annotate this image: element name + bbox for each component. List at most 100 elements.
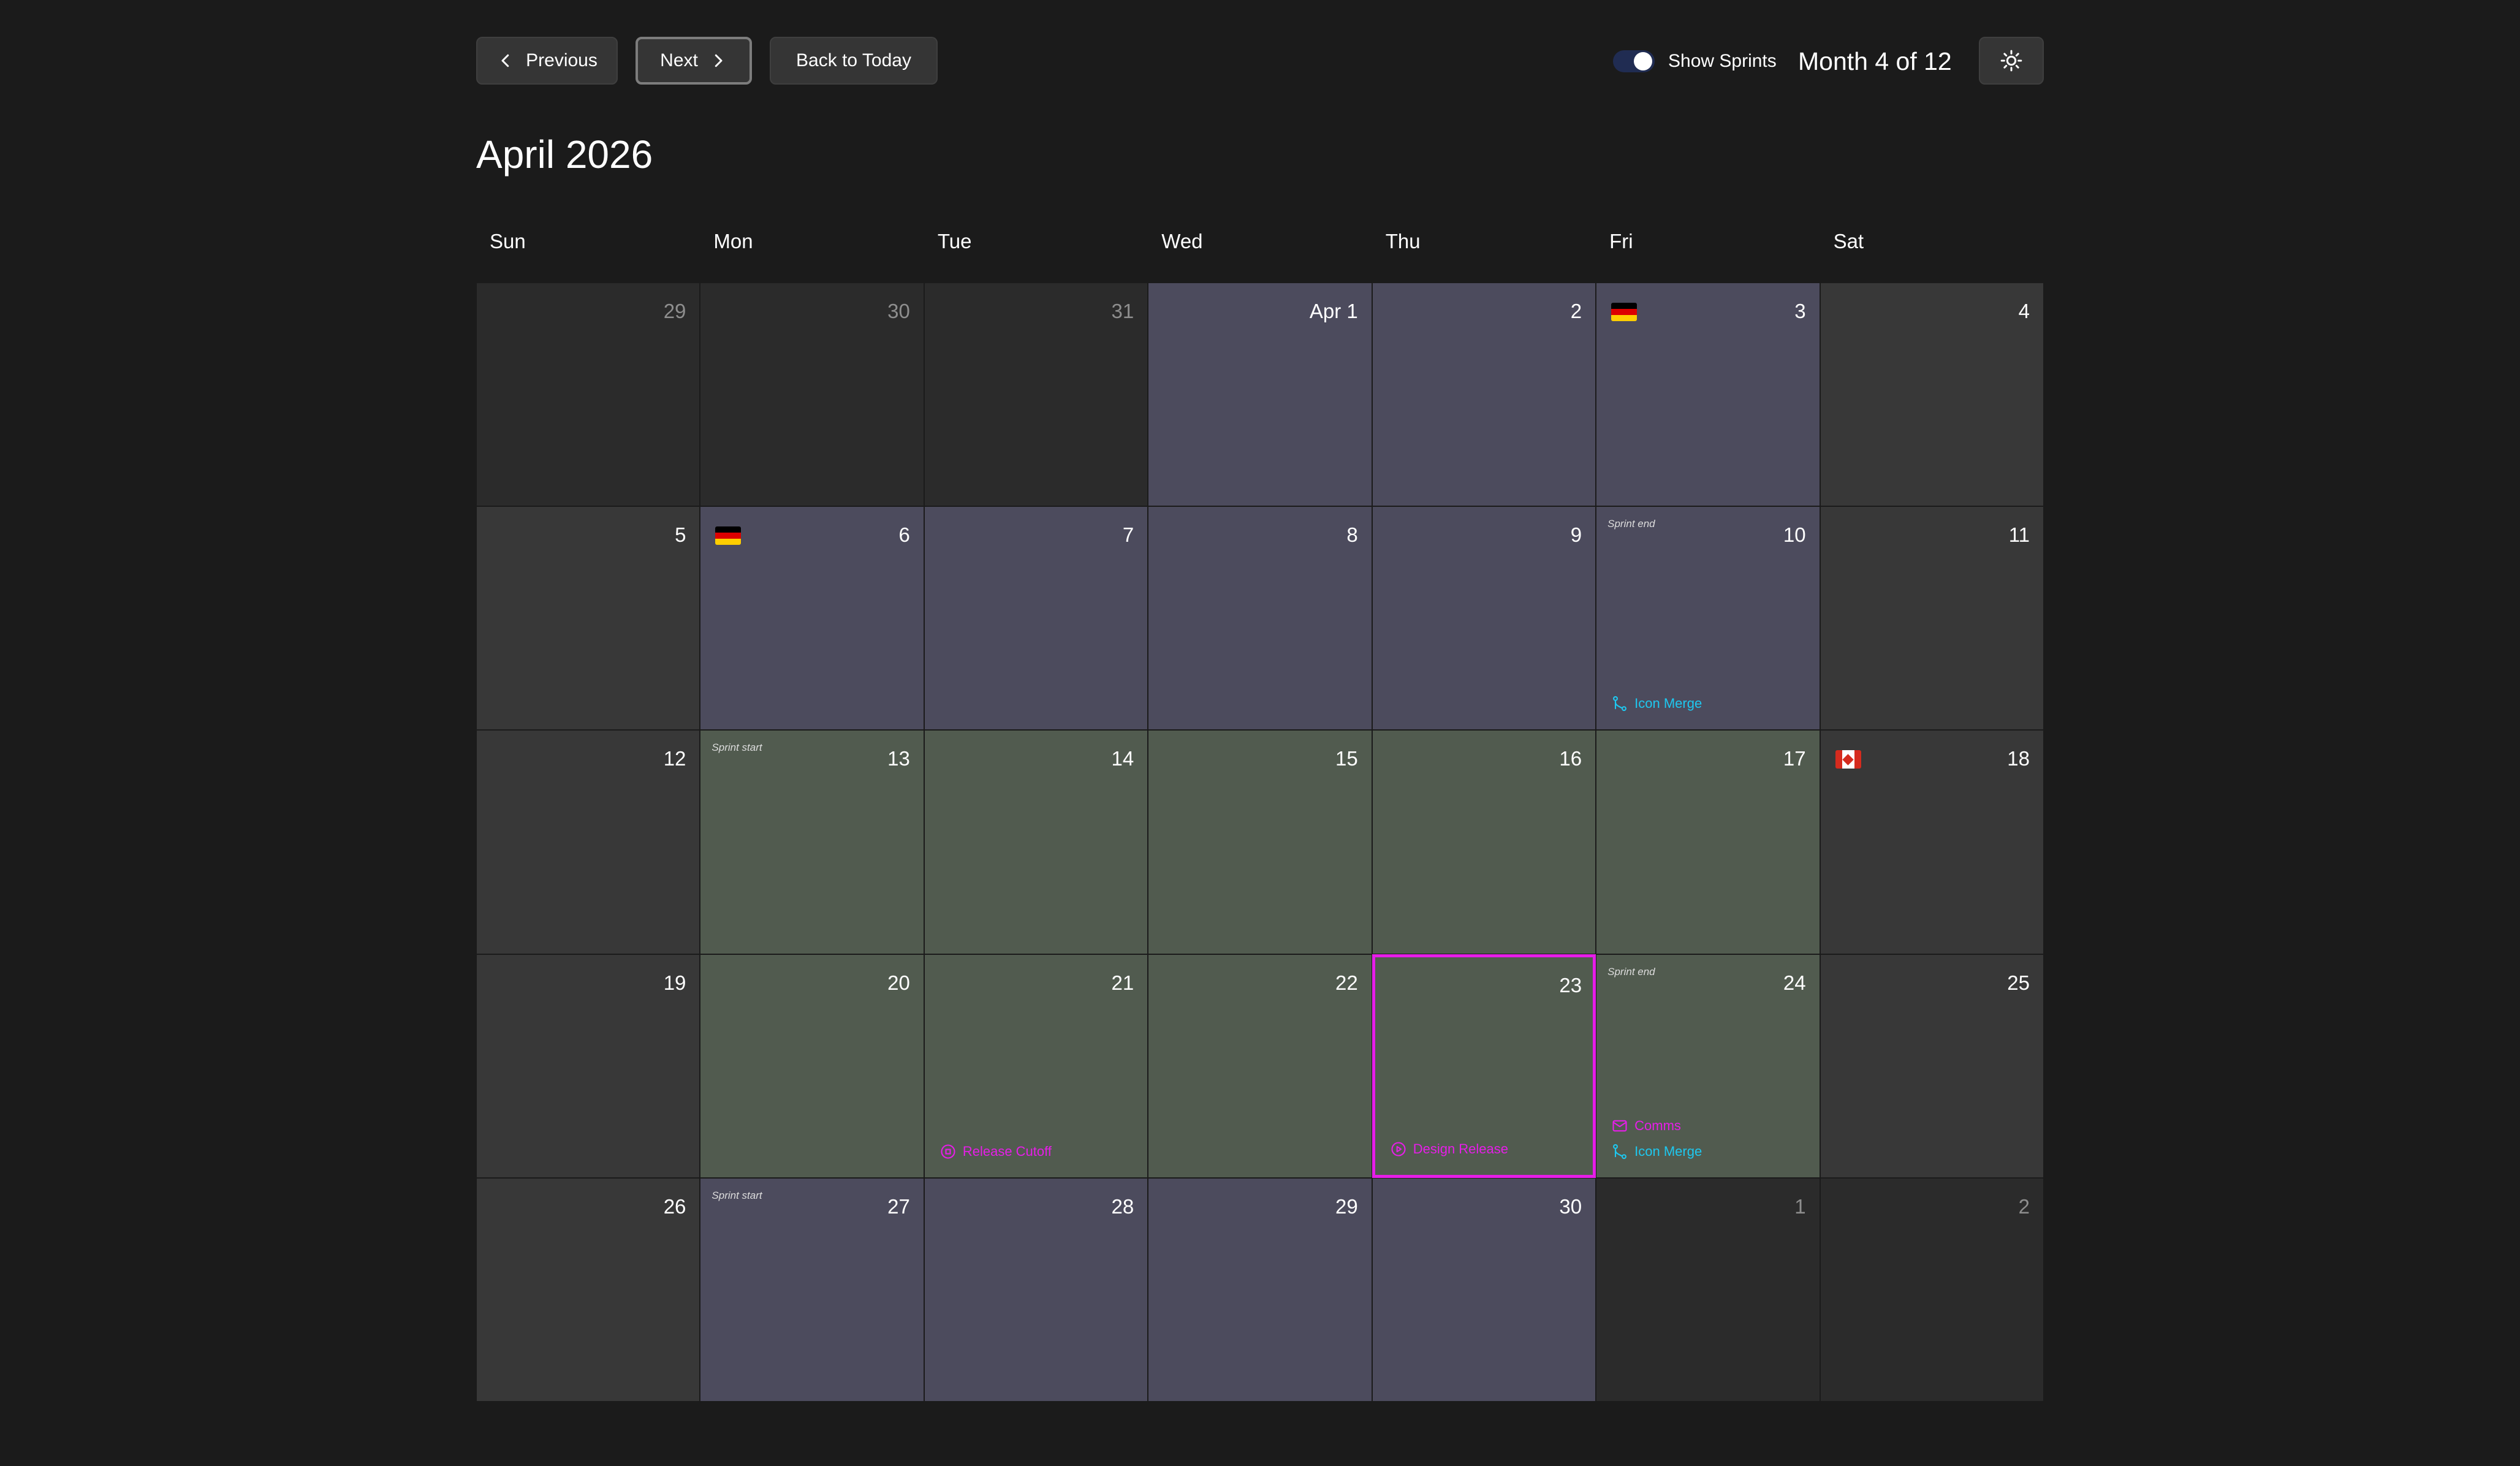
day-cell[interactable]: 11 [1820,506,2044,731]
day-number: 9 [1570,523,1582,547]
month-counter: Month 4 of 12 [1798,47,1952,75]
chevron-right-icon [715,54,723,67]
day-number: 12 [663,747,686,770]
day-cell[interactable]: 29 [476,283,700,507]
merge-icon [1611,1143,1628,1160]
day-number: 27 [887,1194,910,1218]
day-number: 8 [1346,523,1358,547]
day-cell[interactable]: 3 [1596,283,1820,507]
day-cell[interactable]: 20 [700,954,924,1178]
day-cell[interactable]: 24 Sprint end Comms Icon Merge [1596,954,1820,1178]
day-number: 1 [1794,1194,1806,1218]
day-number: 11 [2008,523,2030,547]
day-cell[interactable]: 8 [1148,506,1372,731]
day-number: 23 [1559,973,1582,997]
day-cell[interactable]: 27 Sprint start [700,1177,924,1402]
theme-toggle-button[interactable] [1979,37,2044,85]
day-cell-today[interactable]: 23 Design Release [1372,954,1596,1178]
event-label: Design Release [1413,1141,1509,1156]
day-number: 21 [1111,971,1134,994]
previous-button[interactable]: Previous [476,37,618,85]
play-circle-icon [1390,1141,1407,1158]
day-number: 28 [1111,1194,1134,1218]
day-number: Apr 1 [1309,300,1358,322]
event-item[interactable]: Icon Merge [1611,695,1702,712]
day-cell[interactable]: 16 [1372,730,1596,954]
day-number: 29 [1335,1194,1358,1218]
day-cell[interactable]: 13 Sprint start [700,730,924,954]
event-item[interactable]: Release Cutoff [939,1143,1052,1160]
weekday-thu: Thu [1385,230,1421,253]
event-item[interactable]: Comms [1611,1117,1681,1134]
day-number: 5 [675,523,686,547]
day-cell[interactable]: 26 [476,1177,700,1402]
day-number: 31 [1111,300,1134,322]
day-number: 7 [1122,523,1134,547]
sprint-tag: Sprint start [712,742,762,754]
day-cell[interactable]: 17 [1596,730,1820,954]
day-number: 3 [1794,300,1806,322]
day-number: 10 [1783,523,1806,547]
weekday-sat: Sat [1833,230,1864,253]
event-label: Release Cutoff [962,1143,1052,1159]
show-sprints-label: Show Sprints [1668,51,1777,71]
day-number: 15 [1335,747,1358,770]
day-cell[interactable]: 22 [1148,954,1372,1178]
calendar-grid: 29 30 31 Apr 1 2 3 4 5 6 7 8 9 10 Sprint end Icon Merg… [476,283,2044,1402]
weekday-sun: Sun [490,230,526,253]
day-cell[interactable]: 19 [476,954,700,1178]
day-cell[interactable]: 10 Sprint end Icon Merge [1596,506,1820,731]
day-cell[interactable]: 29 [1148,1177,1372,1402]
day-cell[interactable]: 30 [1372,1177,1596,1402]
day-cell[interactable]: 28 [924,1177,1148,1402]
weekday-header: Sun Mon Tue Wed Thu Fri Sat [476,229,2044,254]
day-cell[interactable]: 7 [924,506,1148,731]
back-to-today-button[interactable]: Back to Today [770,37,938,85]
day-number: 14 [1111,747,1134,770]
weekday-mon: Mon [713,230,753,253]
event-item[interactable]: Design Release [1390,1141,1508,1158]
day-cell[interactable]: 1 [1596,1177,1820,1402]
day-cell[interactable]: 25 [1820,954,2044,1178]
sun-icon [2000,50,2022,72]
holiday-flag-de-icon [715,526,742,545]
day-cell[interactable]: 18 [1820,730,2044,954]
event-label: Icon Merge [1634,696,1702,712]
day-number: 16 [1559,747,1582,770]
weekday-tue: Tue [937,230,972,253]
day-cell[interactable]: Apr 1 [1148,283,1372,507]
day-cell[interactable]: 14 [924,730,1148,954]
holiday-flag-de-icon [1611,303,1638,321]
day-number: 2 [2018,1194,2030,1218]
day-number: 25 [2007,971,2030,994]
day-cell[interactable]: 2 [1820,1177,2044,1402]
next-button[interactable]: Next [636,37,752,85]
day-cell[interactable]: 4 [1820,283,2044,507]
month-title: April 2026 [476,132,653,177]
day-cell[interactable]: 31 [924,283,1148,507]
day-number: 22 [1335,971,1358,994]
toggle-knob [1634,52,1652,70]
stop-circle-icon [939,1143,957,1160]
day-cell[interactable]: 15 [1148,730,1372,954]
day-cell[interactable]: 30 [700,283,924,507]
day-number: 13 [887,747,910,770]
day-number: 4 [2018,300,2030,322]
day-cell[interactable]: 9 [1372,506,1596,731]
day-cell[interactable]: 6 [700,506,924,731]
event-item[interactable]: Icon Merge [1611,1143,1702,1160]
day-number: 26 [663,1194,686,1218]
day-number: 20 [887,971,910,994]
show-sprints-toggle[interactable] [1613,50,1655,72]
day-cell[interactable]: 12 [476,730,700,954]
day-number: 24 [1783,971,1806,994]
day-number: 29 [663,300,686,322]
sprint-tag: Sprint start [712,1189,762,1201]
day-cell[interactable]: 21 Release Cutoff [924,954,1148,1178]
sprint-tag: Sprint end [1607,965,1655,978]
day-number: 30 [887,300,910,322]
holiday-flag-ca-icon [1835,750,1861,769]
day-cell[interactable]: 2 [1372,283,1596,507]
day-number: 19 [663,971,686,994]
day-cell[interactable]: 5 [476,506,700,731]
